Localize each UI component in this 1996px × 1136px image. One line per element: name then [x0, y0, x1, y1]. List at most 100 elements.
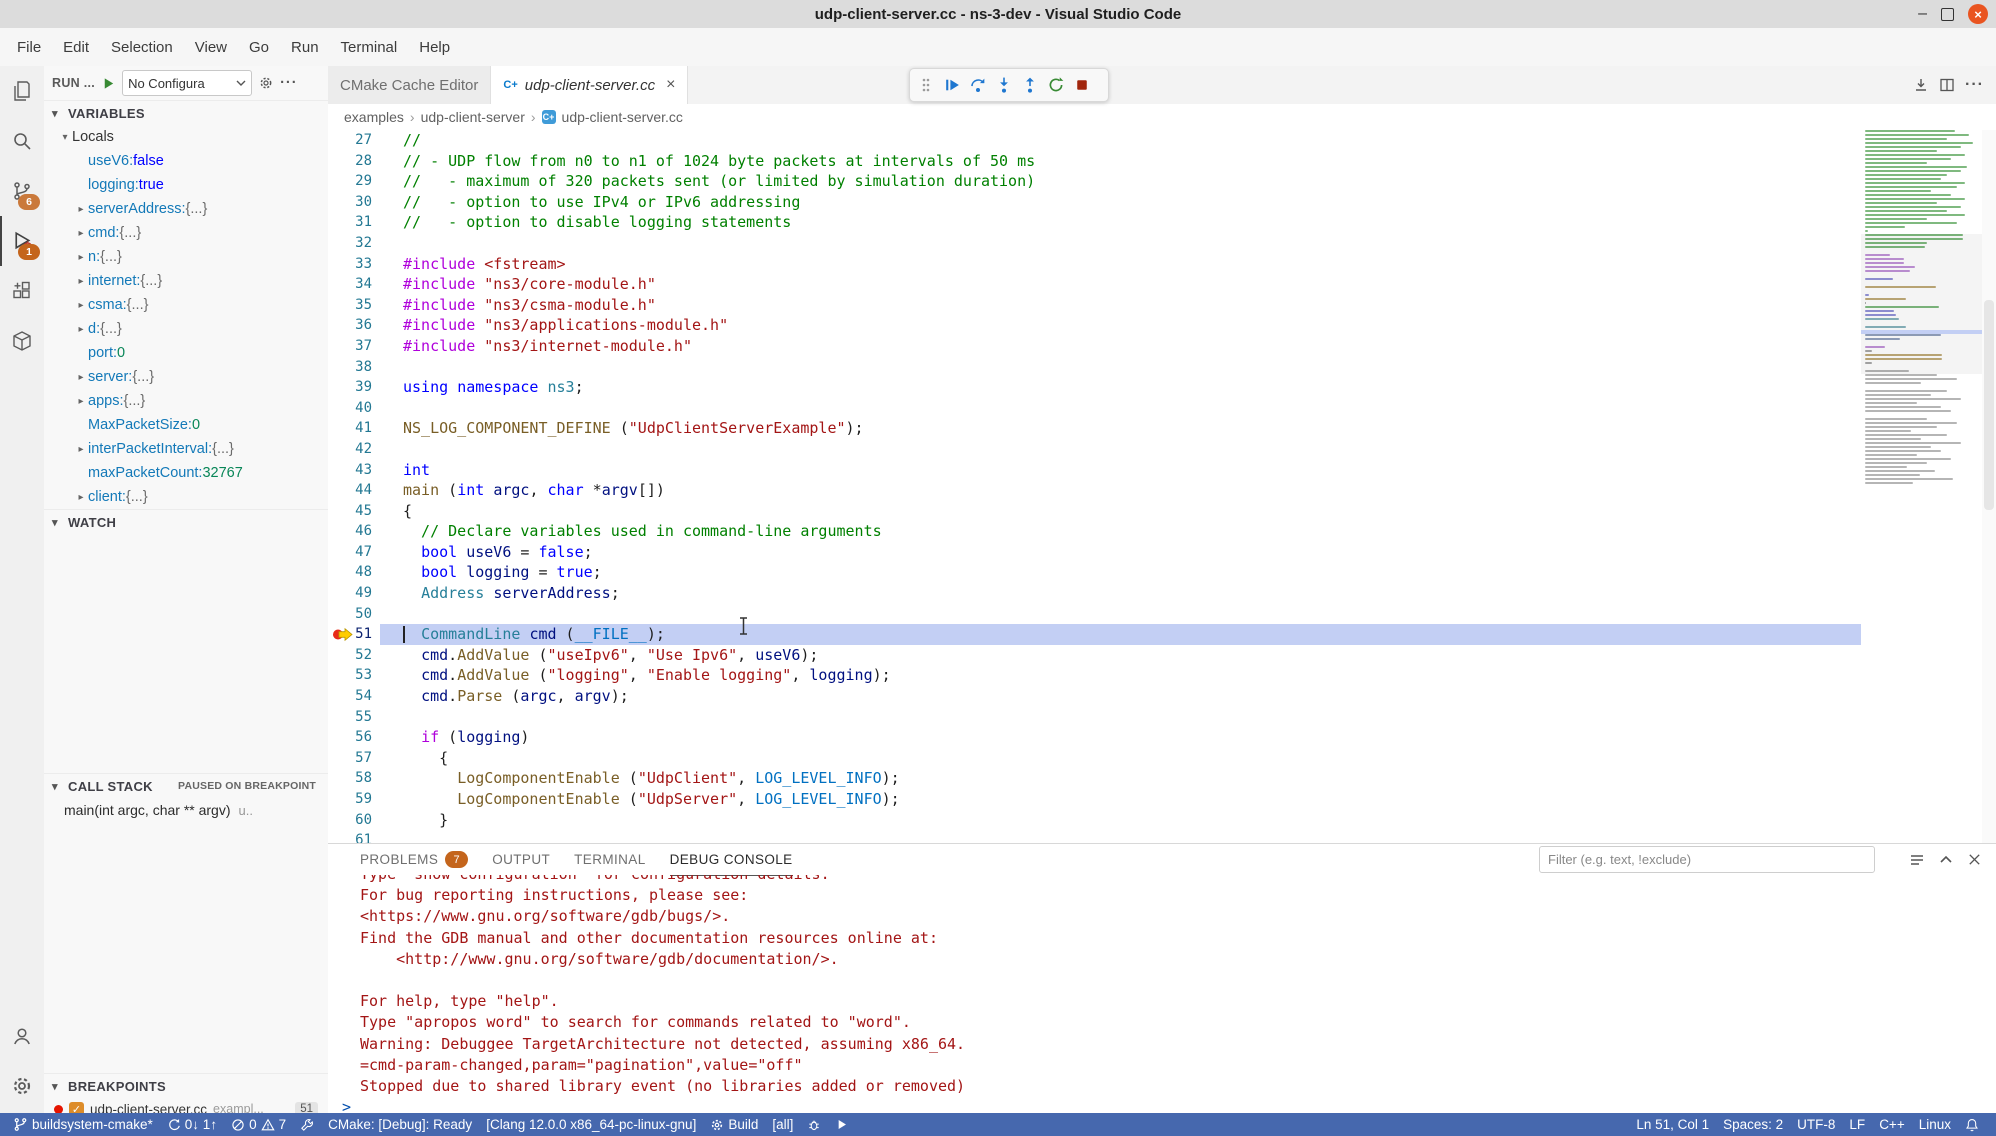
close-button[interactable]: ×	[1968, 4, 1988, 24]
variable-row[interactable]: port: 0	[44, 341, 328, 365]
variable-row[interactable]: ▸client: {...}	[44, 485, 328, 509]
variable-row[interactable]: useV6: false	[44, 149, 328, 173]
line-number[interactable]: 38	[328, 357, 403, 378]
start-debug-icon[interactable]	[101, 76, 116, 91]
code-line-59[interactable]: 59 LogComponentEnable ("UdpServer", LOG_…	[328, 789, 1861, 810]
line-number[interactable]: 29	[328, 171, 403, 192]
line-number[interactable]: 52	[328, 645, 403, 666]
menu-go[interactable]: Go	[238, 34, 280, 60]
status-cmake-tools[interactable]	[293, 1113, 321, 1136]
variable-row[interactable]: ▸n: {...}	[44, 245, 328, 269]
activity-explorer-icon[interactable]	[0, 66, 44, 116]
menu-help[interactable]: Help	[408, 34, 461, 60]
debug-console-output[interactable]: Type "show configuration" for configurat…	[328, 875, 1996, 1113]
stack-frame-row[interactable]: main(int argc, char ** argv) u..	[44, 798, 328, 822]
watch-header[interactable]: ▾ WATCH	[44, 509, 328, 534]
close-tab-icon[interactable]: ×	[666, 76, 675, 94]
breakpoint-row[interactable]: ✓ udp-client-server.cc exampl... 51	[44, 1098, 328, 1113]
line-number[interactable]: 56	[328, 727, 403, 748]
editor-scrollbar[interactable]	[1982, 130, 1996, 843]
code-line-49[interactable]: 49 Address serverAddress;	[328, 583, 1861, 604]
step-into-button[interactable]	[991, 72, 1017, 98]
line-number[interactable]: 49	[328, 583, 403, 604]
line-number[interactable]: 39	[328, 377, 403, 398]
status-cmake-build[interactable]: Build	[703, 1113, 765, 1136]
breadcrumb-item[interactable]: udp-client-server.cc	[562, 109, 683, 125]
stop-button[interactable]	[1069, 72, 1095, 98]
menu-file[interactable]: File	[6, 34, 52, 60]
code-line-50[interactable]: 50	[328, 604, 1861, 625]
code-line-51[interactable]: 51 CommandLine cmd (__FILE__);	[328, 624, 1861, 645]
minimize-button[interactable]: –	[1918, 6, 1927, 22]
line-number[interactable]: 44	[328, 480, 403, 501]
line-number[interactable]: 48	[328, 562, 403, 583]
line-number[interactable]: 35	[328, 295, 403, 316]
breadcrumb-item[interactable]: udp-client-server	[421, 109, 525, 125]
code-line-52[interactable]: 52 cmd.AddValue ("useIpv6", "Use Ipv6", …	[328, 645, 1861, 666]
code-line-58[interactable]: 58 LogComponentEnable ("UdpClient", LOG_…	[328, 768, 1861, 789]
menu-edit[interactable]: Edit	[52, 34, 100, 60]
variable-row[interactable]: MaxPacketSize: 0	[44, 413, 328, 437]
code-line-28[interactable]: 28// - UDP flow from n0 to n1 of 1024 by…	[328, 151, 1861, 172]
status-notifications[interactable]	[1958, 1113, 1986, 1136]
code-editor[interactable]: 27//28// - UDP flow from n0 to n1 of 102…	[328, 130, 1996, 843]
code-line-42[interactable]: 42	[328, 439, 1861, 460]
code-line-29[interactable]: 29// - maximum of 320 packets sent (or l…	[328, 171, 1861, 192]
maximize-panel-icon[interactable]	[1938, 852, 1954, 868]
tab-udp-client-server[interactable]: C+ udp-client-server.cc ×	[491, 66, 688, 104]
code-line-32[interactable]: 32	[328, 233, 1861, 254]
code-line-35[interactable]: 35#include "ns3/csma-module.h"	[328, 295, 1861, 316]
tab-cmake-cache-editor[interactable]: CMake Cache Editor	[328, 66, 491, 104]
line-number[interactable]: 34	[328, 274, 403, 295]
code-line-53[interactable]: 53 cmd.AddValue ("logging", "Enable logg…	[328, 665, 1861, 686]
activity-run-and-debug-icon[interactable]: 1	[0, 216, 44, 266]
code-line-31[interactable]: 31// - option to disable logging stateme…	[328, 212, 1861, 233]
code-line-43[interactable]: 43int	[328, 460, 1861, 481]
variable-row[interactable]: ▸csma: {...}	[44, 293, 328, 317]
debug-config-dropdown[interactable]: No Configura	[122, 70, 252, 96]
code-line-47[interactable]: 47 bool useV6 = false;	[328, 542, 1861, 563]
status-indentation[interactable]: Spaces: 2	[1716, 1113, 1790, 1136]
restart-button[interactable]	[1043, 72, 1069, 98]
variables-scope-locals[interactable]: ▾Locals	[44, 125, 328, 149]
variable-row[interactable]: maxPacketCount: 32767	[44, 461, 328, 485]
code-line-46[interactable]: 46 // Declare variables used in command-…	[328, 521, 1861, 542]
status-cursor-position[interactable]: Ln 51, Col 1	[1629, 1113, 1716, 1136]
variable-row[interactable]: ▸internet: {...}	[44, 269, 328, 293]
split-editor-icon[interactable]	[1939, 77, 1955, 93]
line-number[interactable]: 45	[328, 501, 403, 522]
menu-selection[interactable]: Selection	[100, 34, 184, 60]
code-line-61[interactable]: 61	[328, 830, 1861, 843]
code-line-55[interactable]: 55	[328, 707, 1861, 728]
line-number[interactable]: 30	[328, 192, 403, 213]
code-line-41[interactable]: 41NS_LOG_COMPONENT_DEFINE ("UdpClientSer…	[328, 418, 1861, 439]
line-number[interactable]: 50	[328, 604, 403, 625]
panel-tab-terminal[interactable]: TERMINAL	[574, 844, 645, 875]
status-os[interactable]: Linux	[1912, 1113, 1958, 1136]
line-number[interactable]: 58	[328, 768, 403, 789]
line-number[interactable]: 55	[328, 707, 403, 728]
breadcrumb-item[interactable]: examples	[344, 109, 404, 125]
variable-row[interactable]: logging: true	[44, 173, 328, 197]
close-panel-icon[interactable]	[1967, 852, 1982, 867]
line-number[interactable]: 31	[328, 212, 403, 233]
breakpoint-checkbox[interactable]: ✓	[69, 1102, 84, 1114]
menu-view[interactable]: View	[184, 34, 238, 60]
menu-terminal[interactable]: Terminal	[330, 34, 409, 60]
gear-icon[interactable]	[258, 75, 274, 91]
line-number[interactable]: 61	[328, 830, 403, 843]
status-cmake-run[interactable]	[828, 1113, 855, 1136]
status-cmake-kit[interactable]: [Clang 12.0.0 x86_64-pc-linux-gnu]	[479, 1113, 703, 1136]
code-line-48[interactable]: 48 bool logging = true;	[328, 562, 1861, 583]
line-number[interactable]: 37	[328, 336, 403, 357]
code-line-36[interactable]: 36#include "ns3/applications-module.h"	[328, 315, 1861, 336]
account-icon[interactable]	[0, 1011, 44, 1061]
maximize-button[interactable]	[1941, 8, 1954, 21]
status-eol[interactable]: LF	[1842, 1113, 1872, 1136]
line-number[interactable]: 28	[328, 151, 403, 172]
line-number[interactable]: 57	[328, 748, 403, 769]
panel-tab-problems[interactable]: PROBLEMS7	[360, 844, 468, 875]
continue-button[interactable]	[939, 72, 965, 98]
step-out-button[interactable]	[1017, 72, 1043, 98]
code-line-54[interactable]: 54 cmd.Parse (argc, argv);	[328, 686, 1861, 707]
